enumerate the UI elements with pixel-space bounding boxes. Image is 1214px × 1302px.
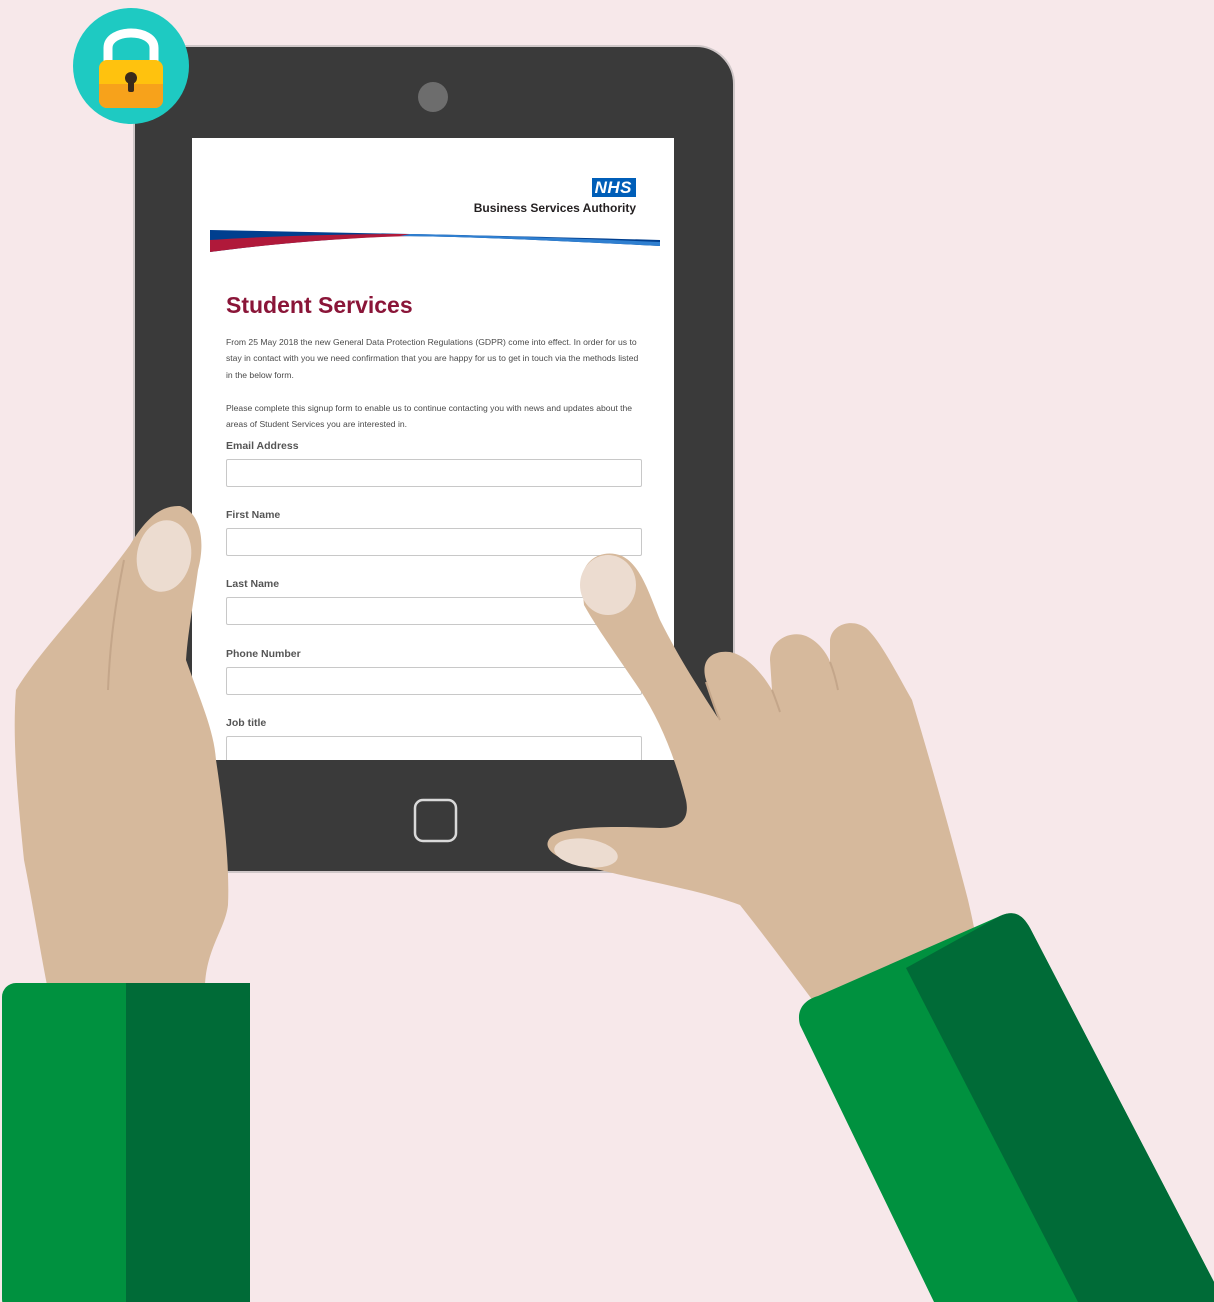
lock-badge (73, 8, 189, 124)
hands-overlay (2, 8, 1214, 1302)
left-hand (14, 505, 229, 990)
right-hand (547, 553, 979, 1010)
right-index-fingernail (580, 555, 636, 615)
left-sleeve-shadow (126, 983, 250, 1302)
